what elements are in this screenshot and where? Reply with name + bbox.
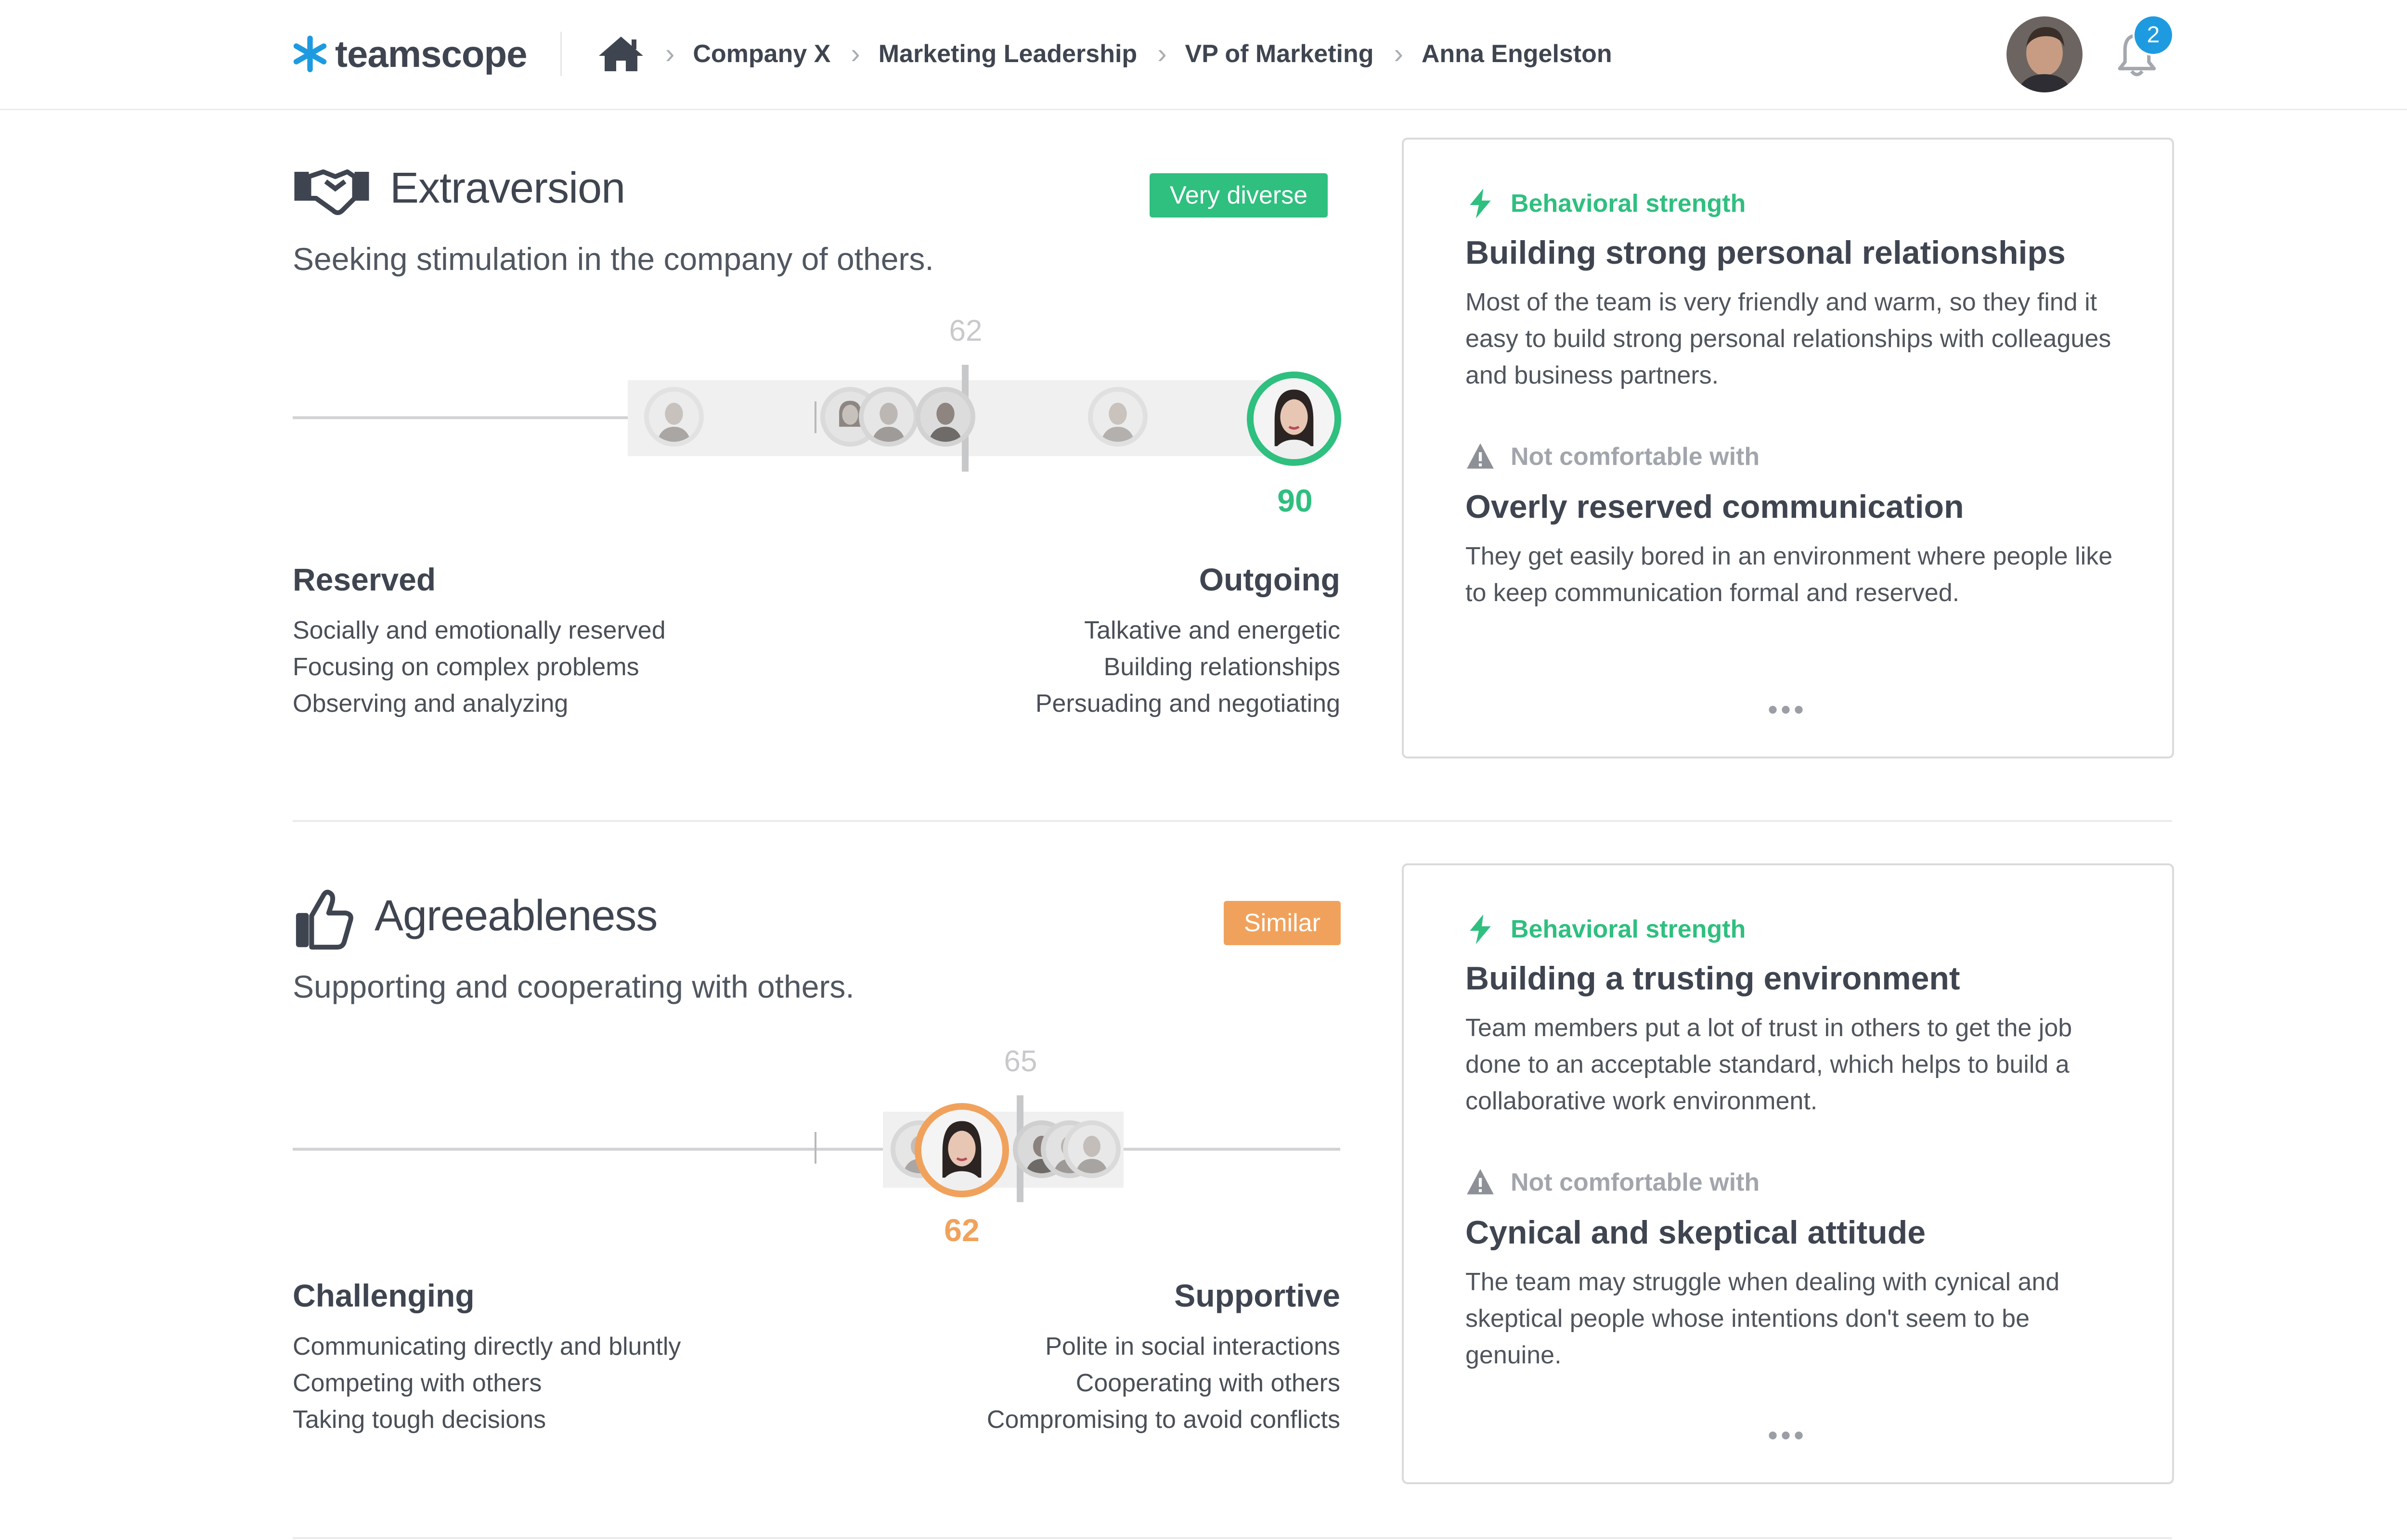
list-item: Focusing on complex problems — [293, 653, 639, 681]
left-pole-heading: Reserved — [293, 562, 436, 597]
diversity-tag: Similar — [1224, 901, 1341, 945]
team-average-score: 62 — [949, 314, 983, 347]
left-pole-list: Socially and emotionally reserved Focusi… — [293, 612, 666, 722]
list-item: Compromising to avoid conflicts — [986, 1406, 1340, 1434]
chevron-right-icon: › — [665, 38, 675, 69]
trait-scale: 65 62 — [293, 1044, 1340, 1248]
trait-scale: 62 90 — [293, 314, 1341, 518]
breadcrumb: › Company X › Marketing Leadership › VP … — [597, 29, 1612, 79]
scale-tick — [815, 1132, 816, 1164]
team-member-avatar[interactable] — [916, 387, 975, 447]
header-divider — [560, 32, 562, 76]
list-item: Talkative and energetic — [1084, 616, 1340, 644]
person-score: 62 — [944, 1212, 980, 1248]
section-title: Extraversion — [390, 164, 625, 212]
person-score: 90 — [1277, 483, 1313, 518]
more-options-button[interactable]: ••• — [1768, 693, 1807, 726]
person-avatar-anna[interactable] — [915, 1103, 1009, 1197]
team-member-avatar[interactable] — [644, 387, 704, 447]
right-pole-list: Talkative and energetic Building relatio… — [907, 612, 1340, 722]
list-item: Taking tough decisions — [293, 1406, 546, 1434]
breadcrumb-item-role[interactable]: VP of Marketing — [1185, 39, 1374, 68]
section-divider — [293, 820, 2172, 822]
left-pole-list: Communicating directly and bluntly Compe… — [293, 1328, 681, 1438]
chevron-right-icon: › — [1394, 38, 1403, 69]
list-item: Persuading and negotiating — [1035, 690, 1340, 718]
warning-icon — [1467, 1169, 1494, 1194]
weakness-label-text: Not comfortable with — [1511, 443, 1760, 471]
weakness-title: Cynical and skeptical attitude — [1465, 1214, 1926, 1251]
strength-label: Behavioral strength — [1465, 914, 1746, 944]
right-pole-list: Polite in social interactions Cooperatin… — [859, 1328, 1340, 1438]
weakness-label-text: Not comfortable with — [1511, 1168, 1760, 1196]
breadcrumb-item-team[interactable]: Marketing Leadership — [879, 39, 1137, 68]
thumbs-up-icon — [296, 889, 353, 950]
section-subtitle: Supporting and cooperating with others. — [293, 969, 854, 1004]
home-icon[interactable] — [597, 35, 645, 73]
lightning-icon — [1470, 189, 1491, 218]
section-subtitle: Seeking stimulation in the company of ot… — [293, 241, 934, 277]
list-item: Competing with others — [293, 1369, 542, 1397]
strength-description: Most of the team is very friendly and wa… — [1465, 288, 2111, 389]
left-pole-heading: Challenging — [293, 1278, 475, 1313]
lightning-icon — [1470, 914, 1491, 944]
weakness-description: The team may struggle when dealing with … — [1465, 1268, 2060, 1369]
right-pole-heading: Supportive — [1174, 1278, 1340, 1313]
user-avatar[interactable] — [2006, 16, 2083, 92]
team-member-avatar[interactable] — [859, 387, 919, 447]
strength-label-text: Behavioral strength — [1511, 190, 1746, 218]
right-pole-heading: Outgoing — [1199, 562, 1340, 597]
app-logo[interactable]: teamscope — [292, 30, 528, 78]
list-item: Socially and emotionally reserved — [293, 616, 666, 644]
strength-label: Behavioral strength — [1465, 189, 1746, 218]
strength-title: Building strong personal relationships — [1465, 234, 2066, 271]
chevron-right-icon: › — [1157, 38, 1167, 69]
strength-label-text: Behavioral strength — [1511, 915, 1746, 943]
section-title: Agreeableness — [375, 892, 658, 940]
breadcrumb-item-person[interactable]: Anna Engelston — [1422, 39, 1612, 68]
section-divider — [293, 1537, 2172, 1539]
list-item: Observing and analyzing — [293, 690, 569, 718]
handshake-icon — [294, 169, 369, 215]
asterisk-logo-icon — [293, 36, 327, 72]
weakness-label: Not comfortable with — [1465, 1168, 1760, 1197]
breadcrumb-item-company[interactable]: Company X — [693, 39, 830, 68]
scale-tick — [815, 401, 816, 433]
weakness-description: They get easily bored in an environment … — [1465, 542, 2113, 607]
diversity-tag: Very diverse — [1150, 173, 1328, 218]
strength-title: Building a trusting environment — [1465, 960, 1960, 997]
warning-icon — [1467, 443, 1494, 469]
notification-badge[interactable]: 2 — [2133, 14, 2174, 56]
logo-text: teamscope — [335, 32, 528, 75]
person-avatar-anna[interactable] — [1247, 372, 1341, 466]
more-options-button[interactable]: ••• — [1768, 1419, 1807, 1452]
list-item: Communicating directly and bluntly — [293, 1333, 681, 1360]
weakness-title: Overly reserved communication — [1465, 488, 1964, 525]
strength-description: Team members put a lot of trust in other… — [1465, 1014, 2072, 1115]
list-item: Cooperating with others — [1075, 1369, 1340, 1397]
scale-track — [293, 1148, 1340, 1151]
team-member-avatar[interactable] — [1063, 1120, 1121, 1178]
list-item: Polite in social interactions — [1045, 1333, 1340, 1360]
weakness-label: Not comfortable with — [1465, 442, 1760, 472]
chevron-right-icon: › — [851, 38, 860, 69]
team-member-avatar[interactable] — [1088, 387, 1148, 447]
team-average-score: 65 — [1004, 1045, 1037, 1078]
list-item: Building relationships — [1103, 653, 1340, 681]
